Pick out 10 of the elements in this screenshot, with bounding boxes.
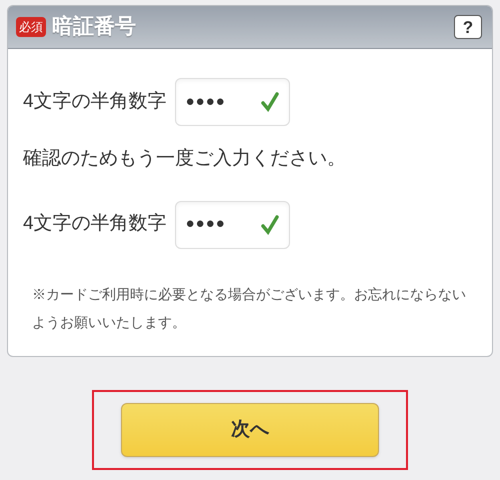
- pin-field[interactable]: ●●●●: [174, 78, 290, 126]
- pin-field[interactable]: ●●●●: [174, 200, 290, 248]
- field-label: 4文字の半角数字: [23, 90, 167, 114]
- note-text: ※カードご利用時に必要となる場合がございます。お忘れにならないようお願いいたします。: [31, 284, 467, 332]
- panel-title: 暗証番号: [52, 14, 136, 40]
- required-badge: 必須: [16, 17, 46, 37]
- field-label: 4文字の半角数字: [23, 212, 167, 236]
- instruction-text: 確認のためもう一度ご入力ください。: [23, 147, 347, 171]
- help-button[interactable]: ?: [454, 15, 482, 39]
- next-button[interactable]: 次へ: [121, 403, 379, 457]
